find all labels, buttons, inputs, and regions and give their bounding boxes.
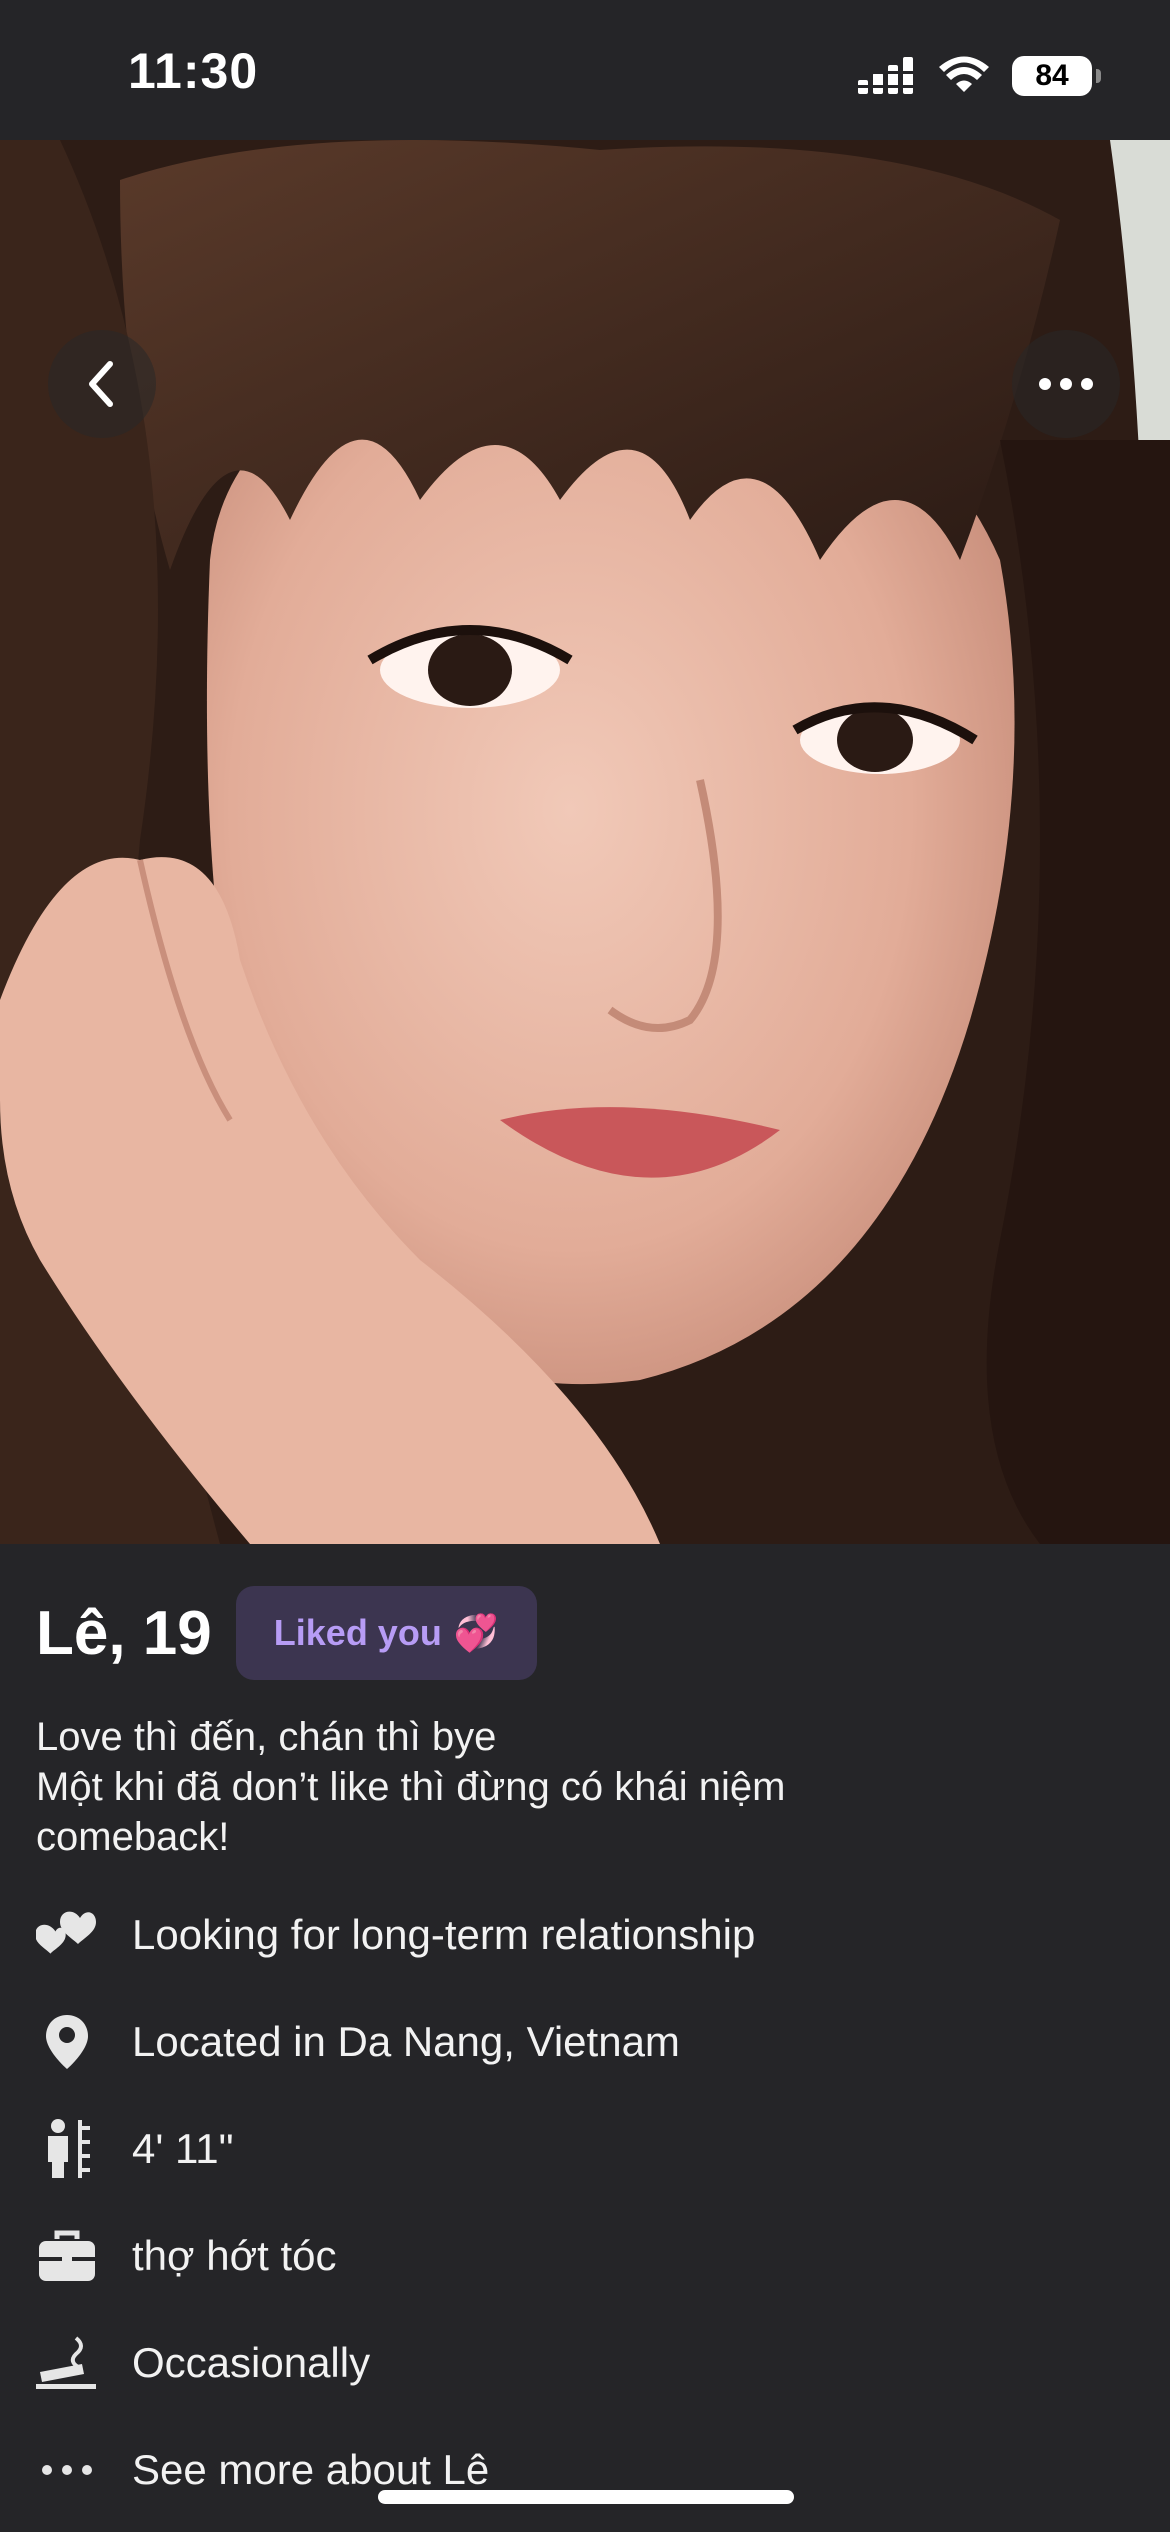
liked-you-badge: Liked you 💞 bbox=[235, 1586, 537, 1680]
status-bar: 11:30 84 bbox=[0, 0, 1170, 140]
profile-photo[interactable] bbox=[0, 140, 1170, 1544]
name-row: Lê, 19 Liked you 💞 bbox=[36, 1586, 537, 1680]
see-more-label[interactable]: See more about Lê bbox=[132, 2446, 489, 2494]
detail-relationship: Looking for long-term relationship bbox=[36, 1900, 755, 1970]
detail-height: 4' 11" bbox=[36, 2114, 234, 2184]
detail-location: Located in Da Nang, Vietnam bbox=[36, 2007, 680, 2077]
profile-bio: Love thì đến, chán thì bye Một khi đã do… bbox=[36, 1712, 1136, 1862]
chevron-left-icon bbox=[89, 361, 113, 407]
detail-job: thợ hớt tóc bbox=[36, 2221, 337, 2291]
detail-smoking: Occasionally bbox=[36, 2328, 370, 2398]
bio-line: comeback! bbox=[36, 1815, 230, 1859]
bio-line: Love thì đến, chán thì bye bbox=[36, 1715, 497, 1759]
home-indicator[interactable] bbox=[378, 2490, 794, 2504]
status-icons: 84 bbox=[856, 52, 1101, 100]
more-dots-icon bbox=[36, 2439, 98, 2501]
profile-name-age: Lê, 19 bbox=[36, 1598, 212, 1668]
smoking-icon bbox=[36, 2332, 98, 2394]
detail-label: Looking for long-term relationship bbox=[132, 1911, 756, 1958]
hearts-emoji: 💞 bbox=[453, 1612, 499, 1653]
location-pin-icon bbox=[36, 2011, 98, 2073]
more-options-button[interactable] bbox=[1012, 330, 1120, 438]
profile-photo-illustration bbox=[0, 140, 1170, 1544]
battery-level: 84 bbox=[1035, 59, 1069, 92]
bio-line: Một khi đã don’t like thì đừng có khái n… bbox=[36, 1765, 786, 1809]
hearts-icon bbox=[36, 1904, 98, 1966]
detail-label: Located in Da Nang, Vietnam bbox=[132, 2018, 680, 2065]
detail-label: thợ hớt tóc bbox=[132, 2232, 337, 2279]
status-time: 11:30 bbox=[128, 43, 259, 99]
height-icon bbox=[36, 2118, 98, 2180]
liked-you-label: Liked you bbox=[273, 1612, 442, 1653]
detail-label: 4' 11" bbox=[132, 2125, 234, 2172]
more-dots-icon bbox=[1039, 378, 1093, 390]
battery-icon: 84 bbox=[1012, 56, 1101, 96]
detail-label: Occasionally bbox=[132, 2339, 371, 2386]
cellular-signal-icon bbox=[858, 57, 913, 94]
wifi-icon bbox=[939, 56, 989, 92]
back-button[interactable] bbox=[48, 330, 156, 438]
briefcase-icon bbox=[36, 2225, 98, 2287]
